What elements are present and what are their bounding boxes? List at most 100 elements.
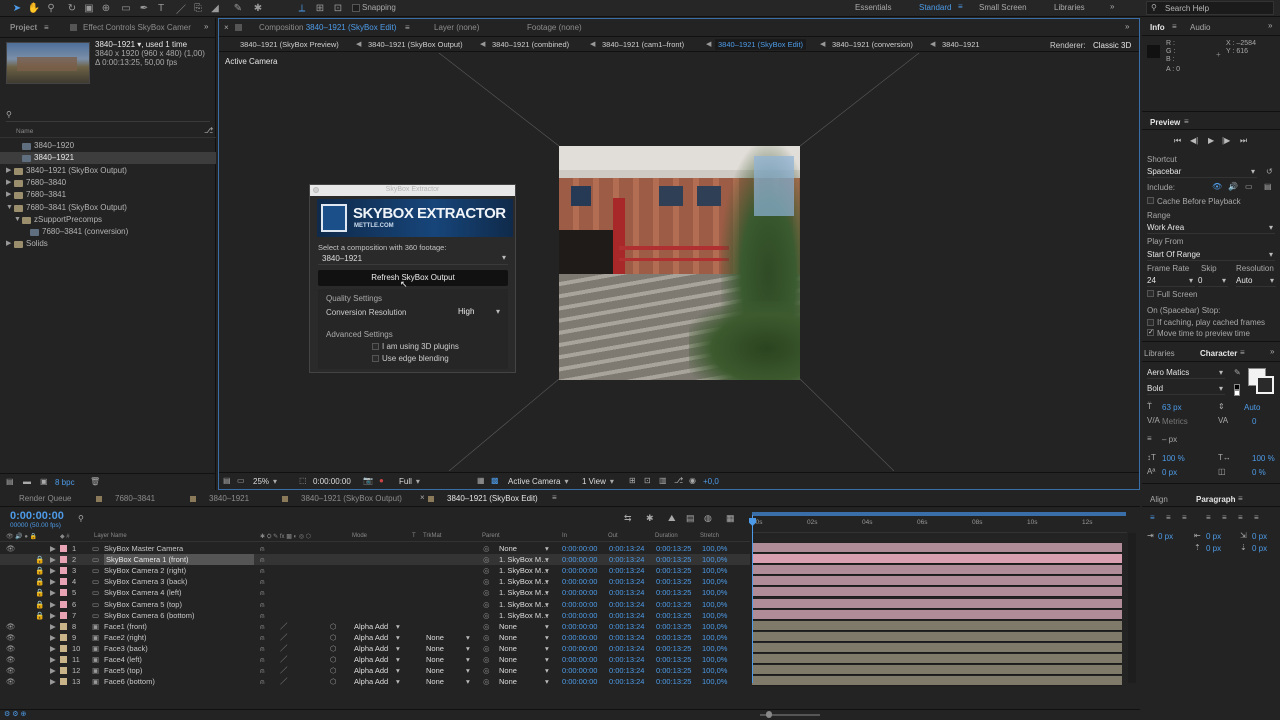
parent-select[interactable]: None	[499, 665, 517, 676]
close-icon[interactable]: ×	[224, 23, 229, 32]
camera-select[interactable]: Active Camera	[508, 477, 568, 486]
edge-blending-checkbox[interactable]	[372, 355, 379, 362]
timeline-tab[interactable]: 7680–3841	[115, 494, 155, 503]
stretch-value[interactable]: 100,0%	[702, 632, 727, 643]
parent-pickwhip-icon[interactable]: ◎	[483, 599, 490, 610]
duration-time[interactable]: 0:00:13:25	[656, 587, 691, 598]
stretch-value[interactable]: 100,0%	[702, 610, 727, 621]
breadcrumb-item[interactable]: 3840–1921 (SkyBox Edit)	[715, 39, 807, 50]
expand-triangle-icon[interactable]: ▶	[6, 177, 11, 189]
view-layout-select[interactable]: 1 View	[582, 477, 614, 486]
quality-switch-icon[interactable]: ／	[280, 665, 288, 676]
label-color-swatch[interactable]	[60, 567, 67, 575]
comp-lock-icon[interactable]	[235, 24, 242, 31]
workspace-small-screen[interactable]: Small Screen	[979, 3, 1027, 12]
layer-row[interactable]: 👁 ▶ 10 ▣ Face3 (back) ⍝ ／ ⬡ Alpha Add ▾ None ▾ ◎ None…	[0, 643, 750, 654]
conversion-resolution-select[interactable]: High ▾	[458, 307, 502, 318]
parent-select[interactable]: None	[499, 632, 517, 643]
visibility-eye-icon[interactable]: 👁	[6, 632, 16, 643]
quality-switch-icon[interactable]: ／	[280, 654, 288, 665]
breadcrumb-item[interactable]: 3840–1921 (cam1–front)	[599, 39, 687, 50]
stroke-color-swatch[interactable]	[1256, 376, 1274, 394]
stretch-value[interactable]: 100,0%	[702, 543, 727, 554]
full-screen-checkbox[interactable]	[1147, 290, 1154, 297]
mode-select[interactable]: Alpha Add	[354, 643, 388, 654]
align-center-icon[interactable]: ≡	[1166, 513, 1171, 522]
mode-select[interactable]: Alpha Add	[354, 665, 388, 676]
3d-layer-icon[interactable]: ⬡	[330, 665, 337, 676]
axis-world-icon[interactable]: ⊞	[314, 2, 326, 14]
breadcrumb-item[interactable]: 3840–1921 (SkyBox Output)	[365, 39, 466, 50]
pan-behind-tool-icon[interactable]: ⊕	[100, 2, 112, 14]
out-time[interactable]: 0:00:13:24	[609, 543, 644, 554]
next-frame-icon[interactable]: |▶	[1222, 136, 1230, 145]
fit-frame-icon[interactable]: ⬚	[299, 476, 307, 485]
tab-libraries[interactable]: Libraries	[1144, 349, 1175, 358]
search-help-field[interactable]: ⚲ Search Help	[1146, 1, 1274, 15]
out-time[interactable]: 0:00:13:24	[609, 599, 644, 610]
label-color-swatch[interactable]	[60, 633, 67, 641]
character-menu-icon[interactable]: ≡	[1240, 348, 1245, 357]
label-color-swatch[interactable]	[60, 611, 67, 619]
label-color-swatch[interactable]	[60, 667, 67, 675]
3d-layer-icon[interactable]: ⬡	[330, 654, 337, 665]
duration-time[interactable]: 0:00:13:25	[656, 610, 691, 621]
layer-name[interactable]: SkyBox Camera 4 (left)	[104, 587, 182, 598]
label-color-swatch[interactable]	[60, 545, 67, 552]
duration-time[interactable]: 0:00:13:25	[656, 676, 691, 687]
in-time[interactable]: 0:00:00:00	[562, 621, 597, 632]
shy-switch-icon[interactable]: ⍝	[260, 587, 265, 598]
project-item[interactable]: ▶ 7680–3840	[0, 177, 216, 189]
parent-select[interactable]: None	[499, 621, 517, 632]
bpc-label[interactable]: 8 bpc	[55, 478, 75, 487]
tracking-value[interactable]: 0	[1252, 417, 1256, 426]
shy-switch-icon[interactable]: ⍝	[260, 676, 265, 687]
tab-info[interactable]: Info	[1150, 23, 1165, 32]
parent-pickwhip-icon[interactable]: ◎	[483, 621, 490, 632]
layer-duration-bar[interactable]	[752, 554, 1122, 565]
duration-time[interactable]: 0:00:13:25	[656, 599, 691, 610]
zoom-slider-thumb[interactable]	[766, 711, 772, 718]
out-time[interactable]: 0:00:13:24	[609, 643, 644, 654]
parent-pickwhip-icon[interactable]: ◎	[483, 665, 490, 676]
label-color-swatch[interactable]	[60, 622, 67, 630]
tab-composition[interactable]: Composition 3840–1921 (SkyBox Edit)	[259, 19, 396, 37]
3d-layer-icon[interactable]: ⬡	[330, 676, 337, 687]
indent-left-value[interactable]: 0 px	[1158, 532, 1173, 541]
label-color-swatch[interactable]	[60, 578, 67, 586]
lock-icon[interactable]: 🔒	[35, 587, 44, 598]
out-time[interactable]: 0:00:13:24	[609, 576, 644, 587]
duration-time[interactable]: 0:00:13:25	[656, 643, 691, 654]
monitor-icon[interactable]: ▭	[237, 476, 245, 485]
breadcrumb-item[interactable]: 3840–1921	[939, 39, 983, 50]
zoom-tool-icon[interactable]: ⚲	[45, 2, 57, 14]
trkmat-select[interactable]: None	[426, 632, 444, 643]
out-time[interactable]: 0:00:13:24	[609, 676, 644, 687]
layer-name[interactable]: Face1 (front)	[104, 621, 147, 632]
justify-center-icon[interactable]: ≡	[1222, 513, 1227, 522]
exposure-icon[interactable]: ◉	[689, 476, 696, 485]
tab-audio[interactable]: Audio	[1190, 23, 1210, 32]
breadcrumb-item[interactable]: 3840–1921 (combined)	[489, 39, 572, 50]
timecode-display[interactable]: 0:00:00:00	[313, 477, 351, 486]
fast-preview-icon[interactable]: ⊡	[644, 476, 651, 485]
parent-pickwhip-icon[interactable]: ◎	[483, 654, 490, 665]
paragraph-menu-icon[interactable]: ≡	[1238, 494, 1243, 503]
timeline-tab-menu-icon[interactable]: ≡	[552, 493, 557, 502]
time-ruler[interactable]: 00s 02s 04s 06s 08s 10s 12s	[752, 509, 1127, 533]
search-icon[interactable]: ⚲	[78, 514, 84, 523]
eraser-tool-icon[interactable]: ◢	[209, 2, 221, 14]
playhead[interactable]	[752, 515, 753, 683]
layer-name-header[interactable]: Layer Name	[94, 533, 127, 539]
in-time[interactable]: 0:00:00:00	[562, 554, 597, 565]
toggle-switches-icon[interactable]: ⚙ ⚙ ⊕	[4, 710, 26, 718]
in-time[interactable]: 0:00:00:00	[562, 576, 597, 587]
in-time[interactable]: 0:00:00:00	[562, 543, 597, 554]
in-time[interactable]: 0:00:00:00	[562, 665, 597, 676]
motion-blur-icon[interactable]: ◍	[704, 513, 712, 524]
tab-character[interactable]: Character	[1200, 349, 1237, 358]
space-after-value[interactable]: 0 px	[1252, 544, 1267, 553]
parent-pickwhip-icon[interactable]: ◎	[483, 632, 490, 643]
layer-name[interactable]: SkyBox Master Camera	[104, 543, 183, 554]
font-style-select[interactable]: Bold ▾	[1147, 384, 1225, 395]
